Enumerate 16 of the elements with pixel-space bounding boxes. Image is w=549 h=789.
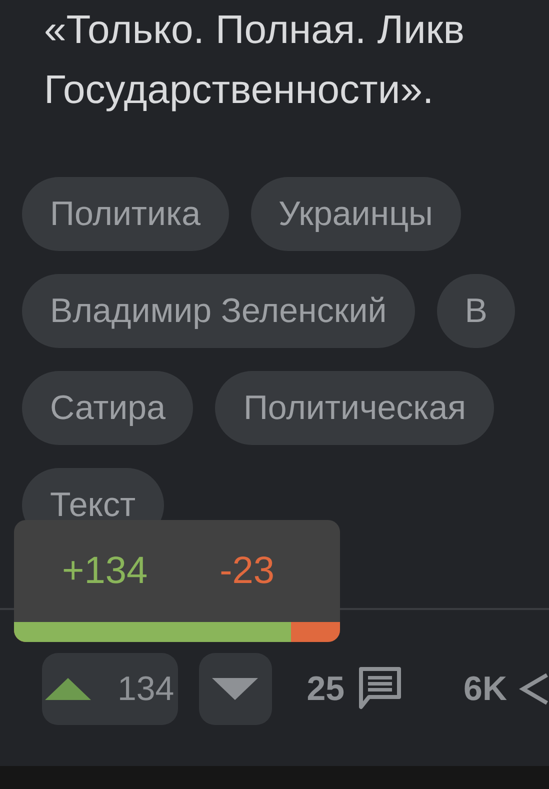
tag-chip[interactable]: В <box>436 274 516 348</box>
tag-chip[interactable]: Владимир Зеленский <box>22 274 415 348</box>
views-count: 6K <box>464 670 507 708</box>
tag-chip[interactable]: Политика <box>22 177 229 251</box>
tag-chip[interactable]: Сатира <box>22 371 194 445</box>
up-triangle-icon <box>45 678 92 700</box>
down-triangle-icon <box>212 678 258 700</box>
comments-count: 25 <box>306 670 345 708</box>
tag-chip[interactable]: Украинцы <box>250 177 461 251</box>
upvote-button[interactable]: 134 <box>42 653 178 725</box>
tag-chip[interactable]: Политическая <box>215 371 494 445</box>
post-text: «Только. Полная. Ликв Государственности». <box>44 7 466 114</box>
downvote-button[interactable] <box>198 653 272 725</box>
comment-icon[interactable] <box>356 667 403 711</box>
pluses-count: +134 <box>62 550 148 592</box>
minuses-count: -23 <box>220 550 275 592</box>
